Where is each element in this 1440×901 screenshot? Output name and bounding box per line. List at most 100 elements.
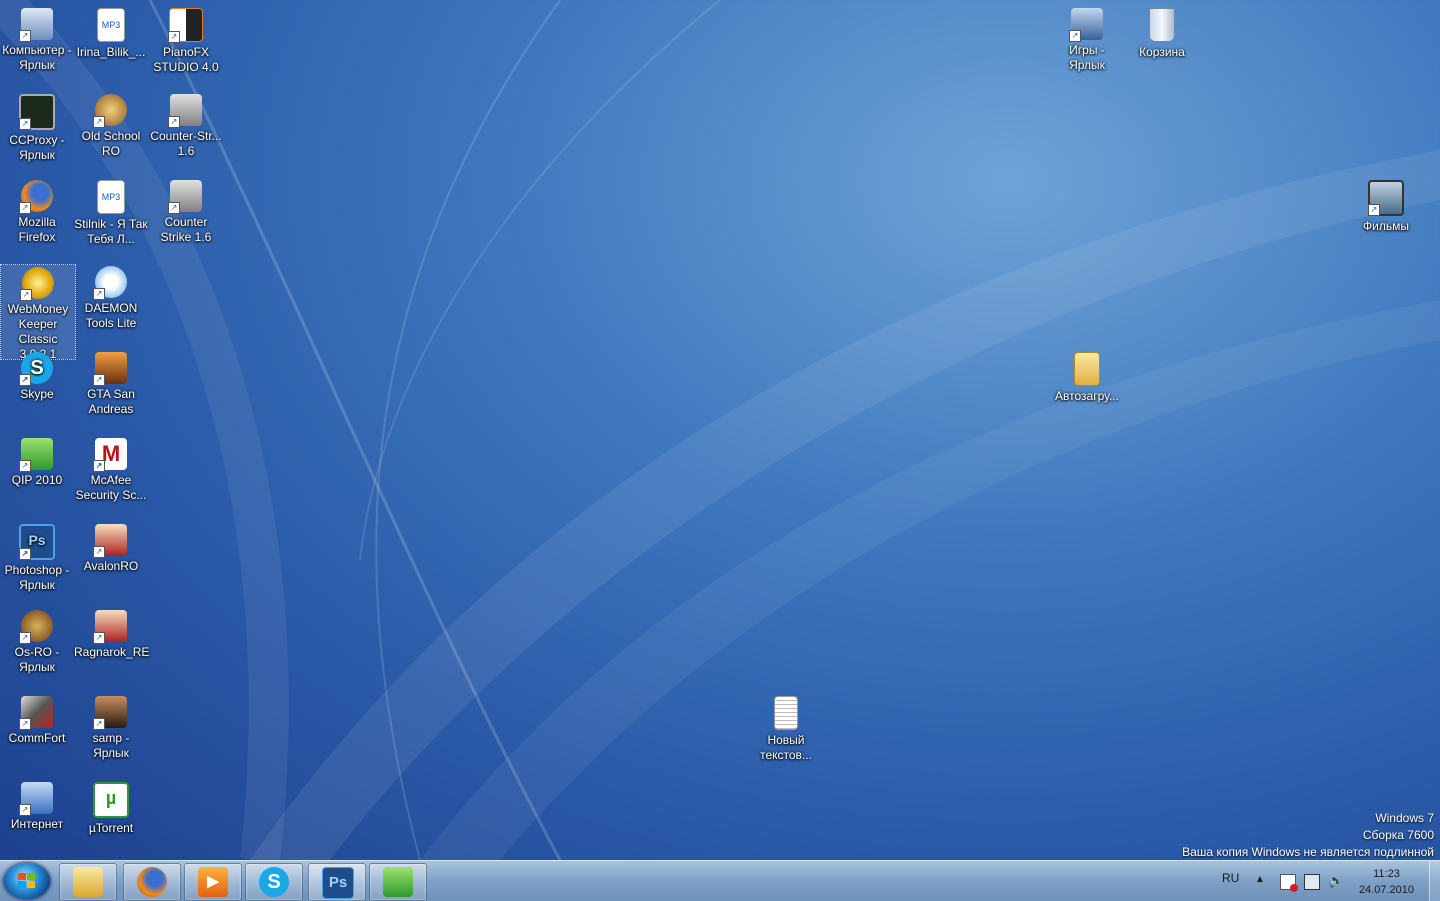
desktop-icon-new-text[interactable]: Новый текстов...	[749, 688, 823, 763]
desktop-icon-photoshop[interactable]: Ps ↗ Photoshop - Ярлык	[0, 516, 74, 593]
desktop-icon-internet[interactable]: ↗ Интернет	[0, 774, 74, 832]
desktop-icon-gta-sa[interactable]: ↗ GTA San Andreas	[74, 344, 148, 417]
icon-label: Mozilla Firefox	[18, 215, 56, 244]
folder-icon	[1074, 352, 1100, 386]
desktop-icon-commfort[interactable]: ↗ CommFort	[0, 688, 74, 746]
photoshop-icon: Ps ↗	[19, 524, 55, 560]
icon-label: QIP 2010	[11, 473, 63, 487]
clock[interactable]: 11:23 24.07.2010	[1359, 866, 1414, 898]
icon-label: Os-RO - Ярлык	[14, 645, 60, 674]
language-indicator[interactable]: RU	[1222, 871, 1239, 885]
show-desktop-button[interactable]	[1429, 861, 1440, 901]
icon-label: Корзина	[1139, 45, 1185, 59]
photoshop-icon: Ps	[322, 867, 354, 899]
icon-label: CommFort	[8, 731, 66, 745]
computer-icon: ↗	[19, 8, 53, 42]
desktop-icon-computer[interactable]: ↗ Компьютер - Ярлык	[0, 0, 74, 73]
desktop-icon-stilnik[interactable]: MP3 Stilnik - Я Так Тебя Л...	[74, 172, 148, 247]
game-icon: ↗	[93, 352, 127, 386]
taskbar-skype-button[interactable]: S	[245, 863, 303, 901]
explorer-icon	[73, 867, 103, 897]
desktop-icon-counter-strike[interactable]: ↗ Counter Strike 1.6	[149, 172, 223, 245]
icon-label: Skype	[20, 387, 54, 401]
icon-label: Irina_Bilik_...	[76, 45, 146, 59]
taskbar-media-player-button[interactable]: ▶	[184, 863, 242, 901]
games-icon: ↗	[1069, 8, 1103, 42]
windows-watermark: Windows 7 Сборка 7600 Ваша копия Windows…	[1182, 810, 1434, 861]
desktop-icon-recycle-bin[interactable]: Корзина	[1125, 0, 1199, 60]
icon-label: McAfee Security Sc...	[75, 473, 147, 502]
icon-label: µTorrent	[88, 821, 134, 835]
icon-label: Stilnik - Я Так Тебя Л...	[74, 217, 148, 246]
skype-icon: S	[259, 867, 289, 897]
desktop-icon-utorrent[interactable]: µ µTorrent	[74, 774, 148, 836]
game-icon: ↗	[93, 524, 127, 558]
volume-icon[interactable]: 🔈	[1328, 874, 1344, 888]
desktop-icon-games[interactable]: ↗ Игры - Ярлык	[1050, 0, 1124, 73]
icon-label: Ragnarok_RE	[74, 645, 150, 659]
icon-label: Новый текстов...	[760, 733, 812, 762]
webmoney-icon: ↗	[20, 267, 54, 301]
desktop-icon-old-school-ro[interactable]: ↗ Old School RO	[74, 86, 148, 159]
action-center-icon[interactable]	[1280, 874, 1298, 892]
desktop-icon-ragnarok-re[interactable]: ↗ Ragnarok_RE	[74, 602, 150, 660]
desktop-icon-ccproxy[interactable]: ↗ CCProxy - Ярлык	[0, 86, 74, 163]
taskbar: ▶ S Ps RU ▲ 🔈 11:23 24.07.2010	[0, 860, 1440, 901]
windows-logo-icon	[18, 873, 35, 888]
icon-label: Photoshop - Ярлык	[4, 563, 70, 592]
game-icon: ↗	[93, 610, 127, 644]
taskbar-firefox-button[interactable]	[123, 863, 181, 901]
desktop-icon-irina-bilik[interactable]: MP3 Irina_Bilik_...	[74, 0, 148, 60]
game-icon: ↗	[19, 610, 53, 644]
qip-icon	[383, 867, 413, 897]
icon-label: Фильмы	[1363, 219, 1409, 233]
network-icon[interactable]	[1304, 874, 1320, 890]
desktop-icon-counter-strike-16[interactable]: ↗ Counter-Str... 1.6	[149, 86, 223, 159]
mp3-file-icon: MP3	[97, 180, 125, 214]
icon-label: Игры - Ярлык	[1069, 43, 1105, 72]
watermark-genuine-notice: Ваша копия Windows не является подлинной	[1182, 845, 1434, 859]
daemon-tools-icon: ↗	[93, 266, 127, 300]
taskbar-photoshop-button[interactable]: Ps	[308, 863, 366, 901]
icon-label: Автозагру...	[1055, 389, 1119, 403]
firefox-icon	[137, 867, 167, 897]
desktop-icon-pianofx[interactable]: ↗ PianoFX STUDIO 4.0	[149, 0, 223, 75]
game-icon: ↗	[93, 696, 127, 730]
desktop-icon-daemon-tools[interactable]: ↗ DAEMON Tools Lite	[74, 258, 148, 331]
desktop-icon-firefox[interactable]: ↗ Mozilla Firefox	[0, 172, 74, 245]
start-button[interactable]	[4, 863, 50, 899]
firefox-icon: ↗	[19, 180, 53, 214]
icon-label: Counter Strike 1.6	[160, 215, 212, 244]
icon-label: AvalonRO	[83, 559, 139, 573]
icon-label: GTA San Andreas	[87, 387, 135, 416]
icon-label: DAEMON Tools Lite	[84, 301, 138, 330]
utorrent-icon: µ	[93, 782, 129, 818]
icon-label: Компьютер - Ярлык	[2, 43, 72, 72]
icon-label: samp - Ярлык	[92, 731, 130, 760]
mcafee-icon: M ↗	[93, 438, 127, 472]
taskbar-explorer-button[interactable]	[59, 863, 117, 901]
mp3-file-icon: MP3	[97, 8, 125, 42]
desktop-icon-osro[interactable]: ↗ Os-RO - Ярлык	[0, 602, 74, 675]
desktop-icon-mcafee[interactable]: M ↗ McAfee Security Sc...	[74, 430, 148, 503]
network-icon: ↗	[19, 782, 53, 816]
desktop-icon-films[interactable]: ↗ Фильмы	[1349, 172, 1423, 234]
desktop-icon-qip[interactable]: ↗ QIP 2010	[0, 430, 74, 488]
desktop-icon-autostart[interactable]: Автозагру...	[1050, 344, 1124, 404]
desktop-icon-avalonro[interactable]: ↗ AvalonRO	[74, 516, 148, 574]
desktop-icon-samp[interactable]: ↗ samp - Ярлык	[74, 688, 148, 761]
desktop-icon-skype[interactable]: S ↗ Skype	[0, 344, 74, 402]
icon-label: Old School RO	[81, 129, 141, 158]
icon-label: PianoFX STUDIO 4.0	[153, 45, 219, 74]
qip-icon: ↗	[19, 438, 53, 472]
icon-label: Интернет	[10, 817, 64, 831]
watermark-os: Windows 7	[1375, 811, 1434, 825]
media-player-icon: ▶	[198, 867, 228, 897]
show-hidden-icons-icon[interactable]: ▲	[1255, 874, 1269, 888]
taskbar-qip-button[interactable]	[369, 863, 427, 901]
ccproxy-icon: ↗	[19, 94, 55, 130]
clock-date: 24.07.2010	[1358, 884, 1414, 896]
clock-time: 11:23	[1373, 868, 1400, 880]
system-tray: RU ▲ 🔈 11:23 24.07.2010	[1180, 861, 1440, 901]
skype-icon: S ↗	[19, 352, 53, 386]
